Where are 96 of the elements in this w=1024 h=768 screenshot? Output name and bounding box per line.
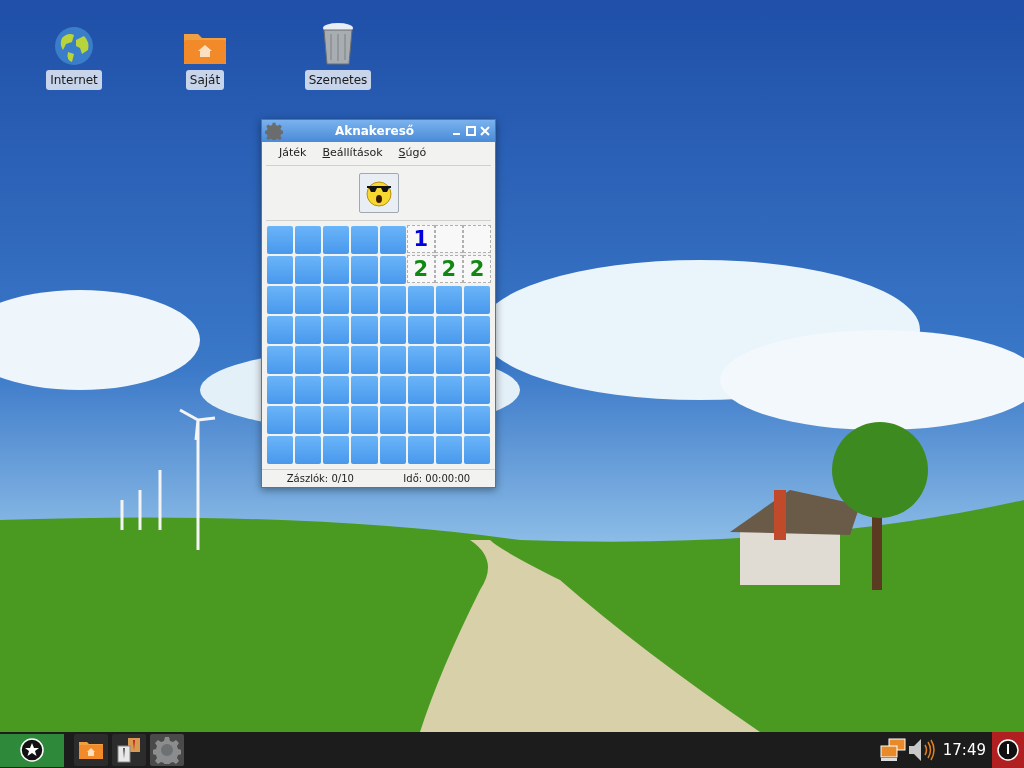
- covered-cell[interactable]: [407, 376, 434, 404]
- taskbar-button[interactable]: [112, 734, 146, 766]
- covered-cell[interactable]: [351, 256, 378, 284]
- power-button[interactable]: [992, 732, 1024, 768]
- covered-cell[interactable]: [463, 286, 490, 314]
- covered-cell[interactable]: [351, 226, 378, 254]
- covered-cell[interactable]: [267, 376, 294, 404]
- power-icon: [997, 739, 1019, 761]
- trash-can-icon: [320, 22, 356, 66]
- covered-cell[interactable]: [407, 406, 434, 434]
- close-icon[interactable]: [480, 126, 490, 136]
- sunglasses-face-icon: [363, 178, 394, 208]
- face-button[interactable]: [358, 173, 399, 213]
- covered-cell[interactable]: [463, 406, 490, 434]
- covered-cell[interactable]: [323, 316, 350, 344]
- network-icon[interactable]: [878, 738, 907, 762]
- mine-count: 2: [413, 258, 428, 280]
- mine-count: 2: [469, 258, 485, 280]
- covered-cell[interactable]: [379, 226, 406, 254]
- covered-cell[interactable]: [267, 316, 294, 344]
- speaker-icon[interactable]: [906, 737, 937, 763]
- covered-cell[interactable]: [323, 256, 350, 284]
- covered-cell[interactable]: [463, 376, 490, 404]
- covered-cell[interactable]: [379, 406, 406, 434]
- covered-cell[interactable]: [295, 226, 322, 254]
- covered-cell[interactable]: [407, 286, 434, 314]
- covered-cell[interactable]: [267, 406, 294, 434]
- covered-cell[interactable]: [323, 406, 350, 434]
- covered-cell[interactable]: [351, 436, 378, 464]
- menu-item[interactable]: Játék: [279, 145, 307, 162]
- covered-cell[interactable]: [295, 346, 322, 374]
- covered-cell[interactable]: [463, 316, 490, 344]
- menu-item[interactable]: Beállítások: [322, 145, 383, 162]
- revealed-cell[interactable]: 1: [406, 225, 435, 253]
- desktop-icon-label[interactable]: Saját: [185, 70, 225, 90]
- timer: Idő: 00:00:00: [403, 472, 471, 486]
- covered-cell[interactable]: [295, 286, 322, 314]
- covered-cell[interactable]: [295, 376, 322, 404]
- covered-cell[interactable]: [351, 406, 378, 434]
- covered-cell[interactable]: [295, 316, 322, 344]
- start-icon: [20, 738, 44, 762]
- covered-cell[interactable]: [435, 436, 462, 464]
- covered-cell[interactable]: [435, 376, 462, 404]
- clock[interactable]: 17:49: [942, 738, 986, 762]
- gear-icon: [153, 736, 181, 764]
- covered-cell[interactable]: [323, 286, 350, 314]
- mine-count: 2: [441, 258, 457, 280]
- start-button[interactable]: [0, 733, 64, 767]
- covered-cell[interactable]: [379, 256, 406, 284]
- covered-cell[interactable]: [351, 376, 378, 404]
- covered-cell[interactable]: [351, 346, 378, 374]
- desktop-icon-label[interactable]: Szemetes: [304, 70, 372, 90]
- revealed-cell[interactable]: [462, 225, 491, 253]
- covered-cell[interactable]: [463, 436, 490, 464]
- menu-item[interactable]: Súgó: [398, 145, 427, 162]
- revealed-cell[interactable]: 2: [462, 255, 491, 283]
- covered-cell[interactable]: [463, 346, 490, 374]
- covered-cell[interactable]: [351, 286, 378, 314]
- taskbar-button[interactable]: [74, 734, 108, 766]
- covered-cell[interactable]: [407, 346, 434, 374]
- covered-cell[interactable]: [435, 316, 462, 344]
- covered-cell[interactable]: [435, 406, 462, 434]
- globe-icon: [54, 26, 94, 66]
- covered-cell[interactable]: [351, 316, 378, 344]
- home-folder-icon: [78, 740, 104, 760]
- covered-cell[interactable]: [379, 436, 406, 464]
- revealed-cell[interactable]: [434, 225, 463, 253]
- covered-cell[interactable]: [323, 436, 350, 464]
- flags-counter: Zászlók: 0/10: [286, 472, 354, 486]
- covered-cell[interactable]: [323, 376, 350, 404]
- covered-cell[interactable]: [379, 376, 406, 404]
- covered-cell[interactable]: [379, 346, 406, 374]
- covered-cell[interactable]: [267, 286, 294, 314]
- mine-count: 1: [413, 228, 428, 250]
- covered-cell[interactable]: [295, 256, 322, 284]
- covered-cell[interactable]: [435, 286, 462, 314]
- covered-cell[interactable]: [435, 346, 462, 374]
- covered-cell[interactable]: [267, 226, 294, 254]
- covered-cell[interactable]: [295, 436, 322, 464]
- desktop-icon-label[interactable]: Internet: [46, 70, 102, 90]
- covered-cell[interactable]: [323, 226, 350, 254]
- covered-cell[interactable]: [323, 346, 350, 374]
- covered-cell[interactable]: [295, 406, 322, 434]
- covered-cell[interactable]: [379, 286, 406, 314]
- maximize-icon[interactable]: [466, 126, 476, 136]
- revealed-cell[interactable]: 2: [406, 255, 435, 283]
- covered-cell[interactable]: [407, 316, 434, 344]
- covered-cell[interactable]: [379, 316, 406, 344]
- shirts-icon: [116, 737, 142, 763]
- covered-cell[interactable]: [267, 436, 294, 464]
- covered-cell[interactable]: [267, 256, 294, 284]
- covered-cell[interactable]: [267, 346, 294, 374]
- revealed-cell[interactable]: 2: [434, 255, 463, 283]
- gear-icon: [265, 122, 283, 140]
- window-title: Aknakereső: [333, 123, 416, 140]
- covered-cell[interactable]: [407, 436, 434, 464]
